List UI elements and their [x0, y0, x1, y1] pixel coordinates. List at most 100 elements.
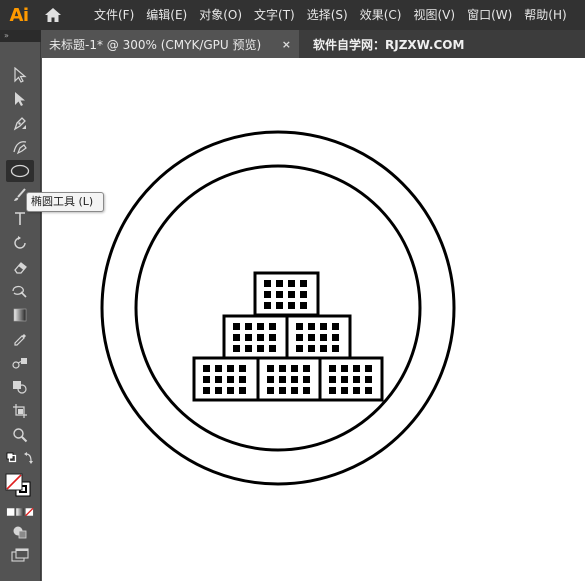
screen-mode-icon[interactable] — [6, 546, 34, 564]
building-window — [288, 302, 295, 309]
building-window — [365, 376, 372, 383]
draw-mode-icon[interactable] — [6, 524, 34, 540]
fill-stroke-swatch[interactable] — [4, 472, 36, 500]
building-window — [245, 345, 252, 352]
toolbar-collapse-button[interactable]: » — [0, 30, 41, 42]
menu-object[interactable]: 对象(O) — [193, 0, 248, 30]
building-window — [279, 365, 286, 372]
building-window — [291, 376, 298, 383]
ellipse-tool-icon[interactable] — [6, 160, 34, 182]
building-window — [291, 365, 298, 372]
building-window — [291, 387, 298, 394]
menu-bar: Ai 文件(F) 编辑(E) 对象(O) 文字(T) 选择(S) 效果(C) 视… — [0, 0, 585, 30]
building-window — [320, 345, 327, 352]
building-window — [215, 376, 222, 383]
selection-tool-icon[interactable] — [6, 64, 34, 86]
building-window — [308, 323, 315, 330]
shape-builder-tool-icon[interactable] — [6, 376, 34, 398]
building-window — [257, 334, 264, 341]
building-window — [215, 387, 222, 394]
building-window — [300, 302, 307, 309]
building-window — [329, 365, 336, 372]
building-window — [269, 345, 276, 352]
eyedropper-tool-icon[interactable] — [6, 328, 34, 350]
building-window — [279, 387, 286, 394]
tab-document-label: 未标题-1* @ 300% (CMYK/GPU 预览) — [49, 37, 262, 52]
building-window — [269, 334, 276, 341]
rotate-tool-icon[interactable] — [6, 232, 34, 254]
building-window — [227, 376, 234, 383]
menu-view[interactable]: 视图(V) — [407, 0, 461, 30]
direct-selection-tool-icon[interactable] — [6, 88, 34, 110]
building-window — [320, 334, 327, 341]
building-window — [245, 334, 252, 341]
building-window — [257, 345, 264, 352]
blend-tool-icon[interactable] — [6, 352, 34, 374]
artboard-tool-icon[interactable] — [6, 400, 34, 422]
pen-tool-icon[interactable] — [6, 112, 34, 134]
building-window — [203, 376, 210, 383]
building-window — [257, 323, 264, 330]
building-window — [245, 323, 252, 330]
ellipse-tool-tooltip: 椭圆工具 (L) — [26, 192, 104, 212]
zoom-tool-icon[interactable] — [6, 424, 34, 446]
building-window — [365, 365, 372, 372]
building-window — [303, 376, 310, 383]
building-window — [365, 387, 372, 394]
tab-document[interactable]: 未标题-1* @ 300% (CMYK/GPU 预览) × — [41, 30, 299, 58]
menu-window[interactable]: 窗口(W) — [461, 0, 518, 30]
menu-effect[interactable]: 效果(C) — [354, 0, 408, 30]
building-window — [233, 345, 240, 352]
home-icon[interactable] — [38, 0, 68, 30]
building-window — [233, 323, 240, 330]
menu-edit[interactable]: 编辑(E) — [140, 0, 193, 30]
building-window — [276, 302, 283, 309]
building-window — [329, 387, 336, 394]
menu-file[interactable]: 文件(F) — [88, 0, 140, 30]
building-window — [203, 387, 210, 394]
building-window — [288, 280, 295, 287]
gradient-tool-icon[interactable] — [6, 304, 34, 326]
building-window — [303, 365, 310, 372]
building-window — [267, 365, 274, 372]
menu-items: 文件(F) 编辑(E) 对象(O) 文字(T) 选择(S) 效果(C) 视图(V… — [88, 0, 573, 30]
tools-panel — [0, 42, 41, 581]
building-window — [353, 365, 360, 372]
building-window — [332, 334, 339, 341]
watermark-text: 软件自学网：RJZXW.COM — [313, 37, 465, 52]
building-window — [288, 291, 295, 298]
swap-fill-stroke-icon[interactable] — [6, 450, 34, 468]
building-window — [267, 387, 274, 394]
building-window — [227, 365, 234, 372]
tab-close-icon[interactable]: × — [282, 38, 291, 51]
menu-help[interactable]: 帮助(H) — [518, 0, 572, 30]
menu-type[interactable]: 文字(T) — [248, 0, 301, 30]
buildings-icon[interactable] — [192, 271, 384, 402]
app-logo: Ai — [9, 4, 29, 26]
eraser-tool-icon[interactable] — [6, 256, 34, 278]
building-window — [341, 376, 348, 383]
building-window — [239, 376, 246, 383]
building-window — [276, 280, 283, 287]
building-window — [276, 291, 283, 298]
building-window — [300, 280, 307, 287]
building-window — [239, 387, 246, 394]
color-mode-icon[interactable] — [6, 504, 34, 520]
menu-select[interactable]: 选择(S) — [301, 0, 354, 30]
building-window — [341, 365, 348, 372]
document-tab-bar: 未标题-1* @ 300% (CMYK/GPU 预览) × 软件自学网：RJZX… — [41, 30, 585, 58]
building-window — [308, 334, 315, 341]
artwork — [100, 130, 456, 486]
building-window — [215, 365, 222, 372]
artboard-canvas[interactable] — [42, 58, 585, 581]
building-window — [303, 387, 310, 394]
building-window — [264, 302, 271, 309]
building-window — [300, 291, 307, 298]
warp-tool-icon[interactable] — [6, 280, 34, 302]
building-window — [332, 345, 339, 352]
building-window — [264, 291, 271, 298]
building-window — [320, 323, 327, 330]
building-window — [269, 323, 276, 330]
curvature-tool-icon[interactable] — [6, 136, 34, 158]
building-window — [332, 323, 339, 330]
